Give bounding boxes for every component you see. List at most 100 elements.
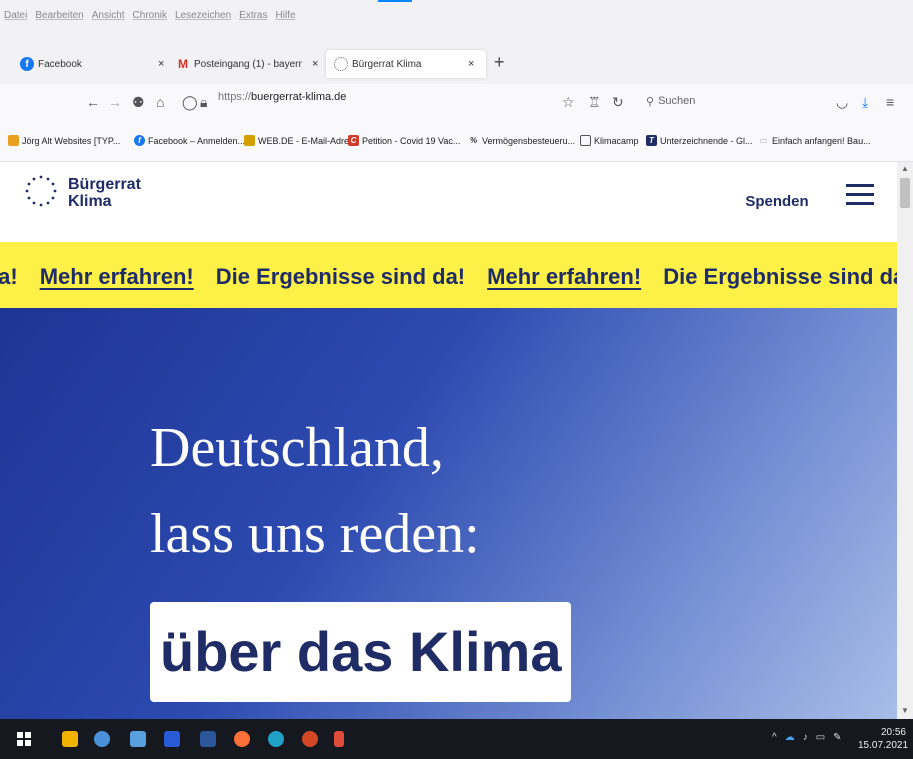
bookmark-label: Klimacamp	[594, 135, 639, 146]
back-icon[interactable]: ←	[86, 94, 100, 110]
bookmark-label: WEB.DE - E-Mail-Adre...	[258, 135, 357, 146]
page-icon: ▭	[759, 136, 768, 145]
pocket-icon[interactable]: ◡	[836, 94, 848, 111]
bookmark-item[interactable]: Klimacamp	[580, 135, 639, 146]
bookmark-item[interactable]: C Petition - Covid 19 Vac...	[348, 135, 460, 146]
bookmark-item[interactable]: WEB.DE - E-Mail-Adre...	[244, 135, 357, 146]
menu-datei[interactable]: Datei	[4, 10, 27, 21]
app-icon[interactable]	[130, 731, 146, 747]
percent-icon: %	[469, 136, 478, 145]
ticker-link[interactable]: Mehr erfahren!	[40, 264, 194, 290]
bookmark-item[interactable]: f Facebook – Anmelden...	[134, 135, 245, 146]
search-placeholder: Suchen	[658, 95, 696, 107]
windows-taskbar: ^ ☁ ♪ ▭ ✎ 20:56 15.07.2021	[0, 719, 913, 759]
webde-icon	[244, 135, 255, 146]
app-icon[interactable]	[334, 731, 344, 747]
bookmark-item[interactable]: ▭ Einfach anfangen! Bau...	[758, 135, 871, 146]
window-accent-line	[378, 0, 412, 2]
donate-button[interactable]: Spenden	[733, 182, 821, 220]
bookmark-item[interactable]: T Unterzeichnende - Gl...	[646, 135, 753, 146]
loading-icon	[334, 57, 348, 71]
scroll-up-icon[interactable]: ▲	[901, 164, 909, 173]
folder-icon	[580, 135, 591, 146]
page-scrollbar[interactable]: ▲ ▼	[897, 162, 913, 719]
firefox-icon[interactable]	[234, 731, 250, 747]
menu-extras[interactable]: Extras	[239, 10, 267, 21]
bookmark-label: Facebook – Anmelden...	[148, 135, 246, 146]
hamburger-menu-icon[interactable]	[846, 184, 874, 206]
ticker-link[interactable]: Mehr erfahren!	[487, 264, 641, 290]
tab-bar: f Facebook × M Posteingang (1) - bayernp…	[0, 36, 913, 84]
hero-section: Deutschland, lass uns reden: über das Kl…	[0, 308, 897, 719]
hero-highlight: über das Klima	[150, 602, 572, 702]
ticker-text: Die Ergebnisse sind da	[663, 264, 897, 289]
shield-icon[interactable]: ◯	[182, 94, 198, 111]
chevron-up-icon[interactable]: ^	[772, 732, 777, 743]
bookmark-label: Vermögensbesteueru...	[482, 135, 576, 146]
close-icon[interactable]: ×	[312, 58, 318, 70]
tab-facebook[interactable]: f Facebook ×	[20, 50, 180, 78]
taskbar-clock[interactable]: 20:56 15.07.2021	[858, 726, 909, 752]
facebook-icon: f	[134, 135, 145, 146]
bookmark-favicon-icon	[8, 135, 19, 146]
lock-icon[interactable]: 🔒︎	[200, 94, 207, 111]
url-prefix: https://	[218, 91, 252, 103]
network-icon[interactable]: ▭	[816, 732, 825, 743]
pen-icon[interactable]: ✎	[833, 732, 841, 743]
scroll-down-icon[interactable]: ▼	[901, 706, 909, 715]
app-menu-icon[interactable]: ≡	[886, 94, 894, 110]
system-tray: ^ ☁ ♪ ▭ ✎	[772, 732, 842, 743]
reader-icon[interactable]: ♖	[588, 94, 601, 111]
menu-hilfe[interactable]: Hilfe	[276, 10, 296, 21]
bookmark-label: Einfach anfangen! Bau...	[772, 135, 871, 146]
forward-icon[interactable]: →	[108, 94, 122, 110]
site-header: Bürgerrat Klima Spenden	[0, 162, 897, 242]
bookmark-star-icon[interactable]: ☆	[562, 94, 575, 111]
menu-bearbeiten[interactable]: Bearbeiten	[35, 10, 83, 21]
tab-buergerrat[interactable]: Bürgerrat Klima ×	[326, 50, 486, 78]
search-icon: ⚲	[646, 95, 655, 108]
ticker-text: Die Ergebnisse sind da!	[215, 264, 466, 289]
logo-ring-icon[interactable]	[24, 174, 58, 208]
app-icon[interactable]	[164, 731, 180, 747]
new-tab-button[interactable]: +	[494, 52, 505, 73]
bookmark-item[interactable]: Jörg Alt Websites [TYP...	[8, 135, 120, 146]
hero-heading-line-1: Deutschland,	[150, 417, 444, 479]
logo-line-2: Klima	[68, 193, 112, 210]
bookmarks-toolbar: Jörg Alt Websites [TYP... f Facebook – An…	[0, 122, 913, 162]
home-icon[interactable]: ⌂	[156, 94, 164, 110]
site-logo[interactable]: Bürgerrat Klima	[68, 176, 141, 210]
tab-gmail[interactable]: M Posteingang (1) - bayernplan2 ×	[176, 50, 326, 78]
menu-items: Datei Bearbeiten Ansicht Chronik Lesezei…	[4, 10, 296, 21]
close-icon[interactable]: ×	[468, 58, 474, 70]
menu-chronik[interactable]: Chronik	[133, 10, 167, 21]
hero-heading-line-2: lass uns reden:	[150, 503, 480, 565]
download-icon[interactable]: ⤓	[862, 94, 868, 111]
toolbar-extension-icon[interactable]: ⚉	[132, 94, 145, 111]
edge-icon[interactable]	[268, 731, 284, 747]
powerpoint-icon[interactable]	[302, 731, 318, 747]
menu-ansicht[interactable]: Ansicht	[92, 10, 125, 21]
search-input[interactable]: ⚲ Suchen	[640, 90, 796, 112]
word-icon[interactable]	[200, 731, 216, 747]
tab-title: Facebook	[38, 58, 82, 70]
facebook-icon: f	[20, 57, 34, 71]
bookmark-label: Jörg Alt Websites [TYP...	[22, 135, 121, 146]
volume-icon[interactable]: ♪	[803, 732, 808, 743]
clock-date: 15.07.2021	[858, 740, 909, 751]
tab-title: Bürgerrat Klima	[352, 58, 422, 70]
scrollbar-thumb[interactable]	[900, 178, 910, 208]
ticker-text: la!	[0, 264, 18, 289]
bookmark-item[interactable]: % Vermögensbesteueru...	[468, 135, 575, 146]
clock-time: 20:56	[880, 727, 906, 738]
url-bar[interactable]: https://buergerrat-klima.de	[218, 91, 346, 103]
onedrive-icon[interactable]: ☁	[785, 732, 795, 743]
app-icon[interactable]	[94, 731, 110, 747]
windows-start-icon[interactable]	[16, 731, 32, 747]
close-icon[interactable]: ×	[158, 58, 164, 70]
file-explorer-icon[interactable]	[62, 731, 78, 747]
petition-icon: C	[348, 135, 359, 146]
menu-lesezeichen[interactable]: Lesezeichen	[175, 10, 231, 21]
reload-icon[interactable]: ↻	[612, 94, 624, 111]
bookmark-label: Unterzeichnende - Gl...	[660, 135, 753, 146]
